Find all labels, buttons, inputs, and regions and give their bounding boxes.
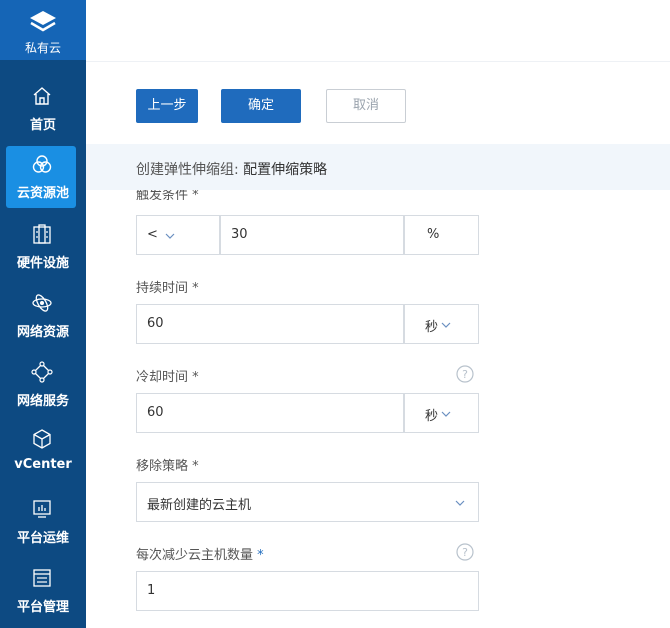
required-mark: *	[192, 281, 199, 296]
layers-icon	[30, 11, 56, 32]
cooldown-label-text: 冷却时间	[136, 370, 189, 385]
cooldown-input[interactable]: 60	[136, 393, 404, 433]
trigger-operator-select[interactable]: <	[136, 215, 220, 255]
duration-unit-value: 秒	[425, 320, 439, 335]
chevron-down-icon	[165, 233, 175, 239]
brand-label: 私有云	[24, 41, 61, 55]
sidebar-item-home[interactable]: 首页	[0, 72, 86, 140]
sidebar-item-hardware[interactable]: 硬件设施	[0, 210, 86, 278]
cooldown-unit-value: 秒	[425, 409, 439, 424]
removal-policy-label: 移除策略 *	[136, 455, 199, 474]
cube-icon	[33, 429, 51, 449]
cooldown-unit-select[interactable]: 秒	[404, 393, 479, 433]
chevron-down-icon	[441, 411, 451, 417]
sidebar-item-label: 硬件设施	[16, 256, 69, 271]
removal-policy-value: 最新创建的云主机	[147, 498, 252, 513]
section-title-text: 配置伸缩策略	[243, 162, 328, 178]
trigger-operator-value: <	[147, 227, 158, 242]
trigger-unit-text: %	[427, 227, 440, 242]
prev-step-button[interactable]: 上一步	[136, 89, 198, 123]
cooldown-value: 60	[147, 405, 164, 420]
help-icon[interactable]: ?	[456, 365, 474, 383]
trigger-value-input[interactable]: 30	[220, 215, 404, 255]
required-mark: *	[192, 190, 199, 200]
section-title: 创建弹性伸缩组: 配置伸缩策略	[136, 159, 327, 179]
decrease-count-label: 每次减少云主机数量 *	[136, 544, 264, 563]
sidebar-item-network-resource[interactable]: 网络资源	[0, 279, 86, 347]
sidebar-item-label: 网络服务	[16, 394, 69, 409]
brand[interactable]: 私有云	[0, 0, 86, 60]
sidebar-item-cloud-pool[interactable]: 云资源池	[0, 140, 86, 208]
sidebar-item-label: 云资源池	[16, 186, 69, 201]
removal-policy-select[interactable]: 最新创建的云主机	[136, 482, 479, 522]
trigger-unit: %	[404, 215, 479, 255]
sidebar-item-label: 平台运维	[16, 531, 69, 546]
top-bar	[86, 0, 670, 62]
trigger-label: 触发条件 *	[136, 190, 199, 200]
server-icon	[33, 224, 51, 244]
sidebar-item-label: 首页	[29, 118, 56, 133]
window-icon	[33, 569, 51, 587]
cancel-button[interactable]: 取消	[326, 89, 406, 123]
cloud-pool-icon	[32, 155, 52, 173]
duration-value: 60	[147, 316, 164, 331]
help-icon[interactable]: ?	[456, 543, 474, 561]
home-icon	[33, 87, 51, 105]
network-icon	[32, 294, 52, 312]
decrease-count-label-text: 每次减少云主机数量	[136, 548, 254, 563]
required-mark: *	[192, 370, 199, 385]
duration-label-text: 持续时间	[136, 281, 189, 296]
chevron-down-icon	[455, 500, 465, 506]
trigger-label-text: 触发条件	[136, 190, 189, 200]
section-title-prefix: 创建弹性伸缩组:	[136, 162, 239, 178]
svg-text:?: ?	[462, 368, 468, 381]
required-mark: *	[257, 548, 264, 563]
chevron-down-icon	[441, 322, 451, 328]
sidebar-item-label: 平台管理	[16, 600, 69, 615]
svg-text:?: ?	[462, 546, 468, 559]
confirm-button[interactable]: 确定	[221, 89, 301, 123]
main-content: 上一步 确定 取消 创建弹性伸缩组: 配置伸缩策略 触发条件 * < 30 % …	[86, 62, 670, 628]
monitor-icon	[33, 500, 51, 518]
required-mark: *	[192, 459, 199, 474]
sidebar-item-label: vCenter	[14, 457, 72, 472]
sidebar-item-ops[interactable]: 平台运维	[0, 485, 86, 553]
duration-label: 持续时间 *	[136, 277, 199, 296]
sidebar-item-network-service[interactable]: 网络服务	[0, 348, 86, 416]
removal-policy-label-text: 移除策略	[136, 459, 189, 474]
sidebar: 私有云 首页 云资源池 硬件设施 网络资源 网络服务 vCenter 平台运维 …	[0, 0, 86, 628]
sidebar-item-vcenter[interactable]: vCenter	[0, 415, 86, 483]
network-service-icon	[31, 361, 53, 383]
sidebar-item-label: 网络资源	[16, 325, 69, 340]
trigger-value: 30	[231, 227, 248, 242]
sidebar-item-platform-admin[interactable]: 平台管理	[0, 554, 86, 622]
duration-input[interactable]: 60	[136, 304, 404, 344]
cooldown-label: 冷却时间 *	[136, 366, 199, 385]
decrease-count-input[interactable]: 1	[136, 571, 479, 611]
decrease-count-value: 1	[147, 583, 156, 598]
duration-unit-select[interactable]: 秒	[404, 304, 479, 344]
